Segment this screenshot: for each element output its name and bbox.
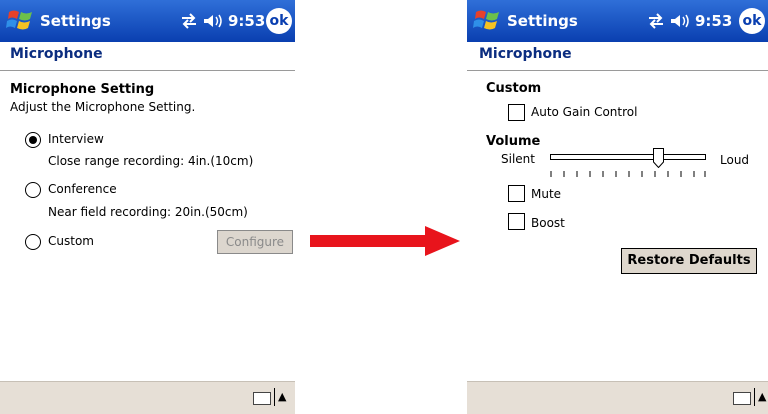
sip-divider: [274, 388, 275, 406]
connectivity-arrows-icon[interactable]: [180, 13, 198, 29]
bottom-menu-bar: ▲: [467, 381, 768, 414]
radio-selected-dot: [29, 136, 37, 144]
restore-defaults-button[interactable]: Restore Defaults: [621, 248, 757, 274]
radio-interview[interactable]: [25, 132, 41, 148]
volume-slider[interactable]: [550, 146, 706, 180]
mute-label[interactable]: Mute: [531, 187, 561, 201]
auto-gain-control-checkbox[interactable]: [508, 104, 525, 121]
configure-button[interactable]: Configure: [217, 230, 293, 254]
windows-flag-icon[interactable]: [6, 6, 34, 34]
boost-label[interactable]: Boost: [531, 216, 565, 230]
volume-heading: Volume: [486, 134, 541, 149]
option-interview-label[interactable]: Interview: [48, 132, 104, 146]
keyboard-icon[interactable]: [733, 392, 751, 405]
app-title: Settings: [507, 12, 578, 30]
sip-divider: [754, 388, 755, 406]
volume-loud-label: Loud: [720, 153, 750, 167]
slider-thumb[interactable]: [653, 148, 664, 168]
auto-gain-control-label[interactable]: Auto Gain Control: [531, 105, 637, 119]
title-bar: Settings 9:53 ok: [467, 0, 768, 42]
page-title: Microphone: [10, 46, 103, 62]
ok-button[interactable]: ok: [739, 8, 765, 34]
ok-button[interactable]: ok: [266, 8, 292, 34]
speaker-icon[interactable]: [202, 12, 224, 30]
title-bar: Settings 9:53 ok: [0, 0, 295, 42]
microphone-screen-left: Settings 9:53 ok Microphone Microphone S…: [0, 0, 295, 414]
slider-ticks: [550, 171, 706, 177]
chevron-up-icon[interactable]: ▲: [758, 391, 766, 403]
clock[interactable]: 9:53: [695, 12, 732, 30]
app-title: Settings: [40, 12, 111, 30]
keyboard-icon[interactable]: [253, 392, 271, 405]
setting-heading: Microphone Setting: [10, 82, 155, 97]
option-custom-label[interactable]: Custom: [48, 234, 94, 248]
windows-flag-icon[interactable]: [473, 6, 501, 34]
radio-custom[interactable]: [25, 234, 41, 250]
connectivity-arrows-icon[interactable]: [647, 13, 665, 29]
option-interview-description: Close range recording: 4in.(10cm): [48, 154, 254, 168]
option-conference-label[interactable]: Conference: [48, 182, 117, 196]
setting-description: Adjust the Microphone Setting.: [10, 100, 196, 114]
bottom-menu-bar: ▲: [0, 381, 295, 414]
speaker-icon[interactable]: [669, 12, 691, 30]
page-title: Microphone: [479, 46, 572, 62]
custom-heading: Custom: [486, 81, 542, 96]
volume-silent-label: Silent: [501, 152, 535, 166]
clock[interactable]: 9:53: [228, 12, 265, 30]
radio-conference[interactable]: [25, 182, 41, 198]
microphone-screen-right: Settings 9:53 ok Microphone Custom Auto …: [467, 0, 768, 414]
boost-checkbox[interactable]: [508, 213, 525, 230]
title-divider: [467, 70, 768, 71]
transition-arrow-icon: [310, 226, 460, 256]
mute-checkbox[interactable]: [508, 185, 525, 202]
option-conference-description: Near field recording: 20in.(50cm): [48, 205, 248, 219]
chevron-up-icon[interactable]: ▲: [278, 391, 286, 403]
slider-track: [550, 154, 706, 160]
title-divider: [0, 70, 295, 71]
